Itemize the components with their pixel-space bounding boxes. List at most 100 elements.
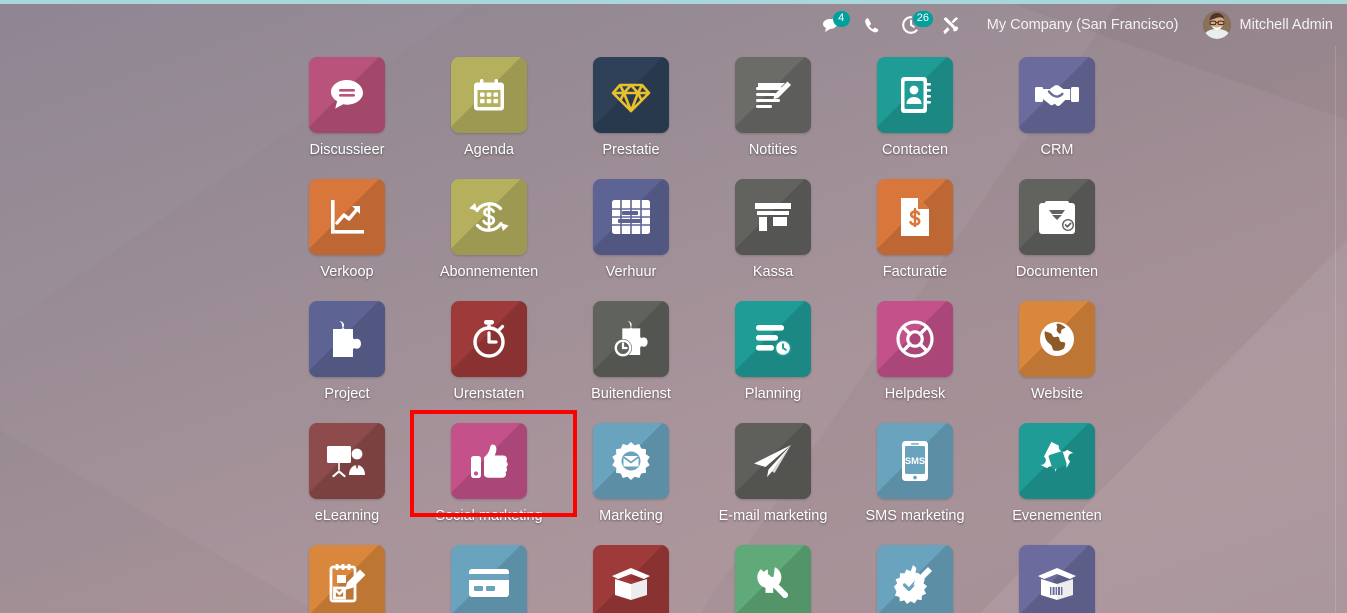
systray-bar: 4 26 My Company (San Francisco) Mitchell… [0, 4, 1347, 46]
app-row5-item-2[interactable] [418, 534, 560, 613]
app-marketing[interactable]: Marketing [560, 412, 702, 534]
app-contacten[interactable]: Contacten [844, 46, 986, 168]
user-menu[interactable]: Mitchell Admin [1193, 11, 1339, 39]
app-row: Discussieer Agenda Prestatie Notities Co… [0, 46, 1347, 168]
app-label: Discussieer [309, 142, 385, 158]
app-evenementen[interactable]: Evenementen [986, 412, 1128, 534]
app-label: Project [324, 386, 370, 402]
globe-icon [1019, 301, 1095, 377]
lifebuoy-icon [877, 301, 953, 377]
app-helpdesk[interactable]: Helpdesk [844, 290, 986, 412]
paper-plane-icon [735, 423, 811, 499]
app-row5-item-1[interactable] [276, 534, 418, 613]
app-prestatie[interactable]: Prestatie [560, 46, 702, 168]
app-buitendienst[interactable]: Buitendienst [560, 290, 702, 412]
app-label: Agenda [464, 142, 514, 158]
note-pencil-icon [735, 57, 811, 133]
app-crm[interactable]: CRM [986, 46, 1128, 168]
app-label: SMS marketing [865, 508, 965, 524]
credit-card-icon [451, 545, 527, 613]
wrench-icon [735, 545, 811, 613]
app-row: eLearning Social marketing Marketing E-m… [0, 410, 1347, 534]
open-box-icon [593, 545, 669, 613]
app-label: eLearning [314, 508, 380, 524]
app-label: Documenten [1015, 264, 1099, 280]
app-label: Social marketing [435, 508, 543, 524]
app-website[interactable]: Website [986, 290, 1128, 412]
app-kassa[interactable]: Kassa [702, 168, 844, 290]
recurring-dollar-icon [451, 179, 527, 255]
app-label: Notities [748, 142, 798, 158]
app-label: Contacten [881, 142, 949, 158]
app-launcher-grid: Discussieer Agenda Prestatie Notities Co… [0, 46, 1347, 613]
stopwatch-icon [451, 301, 527, 377]
diamond-icon [593, 57, 669, 133]
app-label: Facturatie [882, 264, 948, 280]
phone-icon [864, 17, 880, 34]
app-label: Kassa [752, 264, 794, 280]
presentation-teacher-icon [309, 423, 385, 499]
app-label: Abonnementen [439, 264, 539, 280]
app-label: Marketing [599, 508, 663, 524]
activities-menu[interactable]: 26 [891, 4, 933, 46]
app-label: Evenementen [1012, 508, 1102, 524]
app-row5-item-6[interactable] [986, 534, 1128, 613]
handshake-icon [1019, 57, 1095, 133]
app-agenda[interactable]: Agenda [418, 46, 560, 168]
app-label: Planning [744, 386, 802, 402]
chart-growth-icon [309, 179, 385, 255]
app-urenstaten[interactable]: Urenstaten [418, 290, 560, 412]
app-abonnementen[interactable]: Abonnementen [418, 168, 560, 290]
phone-menu[interactable] [853, 4, 891, 46]
svg-text:SMS: SMS [905, 455, 925, 466]
document-box-check-icon [1019, 179, 1095, 255]
app-verhuur[interactable]: Verhuur [560, 168, 702, 290]
app-row [0, 534, 1347, 613]
ticket-icon [1019, 423, 1095, 499]
invoice-dollar-icon [877, 179, 953, 255]
top-accent-strip [0, 0, 1347, 4]
thumbs-up-icon [451, 423, 527, 499]
app-label: Helpdesk [884, 386, 946, 402]
puzzle-clock-icon [593, 301, 669, 377]
app-elearning[interactable]: eLearning [276, 412, 418, 534]
barcode-box-icon [1019, 545, 1095, 613]
debug-tools-menu[interactable] [931, 4, 971, 46]
messages-badge: 4 [832, 11, 850, 27]
quality-badge-pencil-icon [877, 545, 953, 613]
app-label: Verkoop [320, 264, 374, 280]
app-row5-item-5[interactable] [844, 534, 986, 613]
app-social-marketing[interactable]: Social marketing [410, 410, 577, 534]
app-planning[interactable]: Planning [702, 290, 844, 412]
app-verkoop[interactable]: Verkoop [276, 168, 418, 290]
app-row: Project Urenstaten Buitendienst Planning… [0, 290, 1347, 412]
app-project[interactable]: Project [276, 290, 418, 412]
app-label: Buitendienst [591, 386, 671, 402]
app-row5-item-4[interactable] [702, 534, 844, 613]
app-discussieer[interactable]: Discussieer [276, 46, 418, 168]
shop-icon [735, 179, 811, 255]
app-documenten[interactable]: Documenten [986, 168, 1128, 290]
app-label: Prestatie [602, 142, 660, 158]
app-email-marketing[interactable]: E-mail marketing [702, 412, 844, 534]
puzzle-icon [309, 301, 385, 377]
company-switcher[interactable]: My Company (San Francisco) [971, 17, 1193, 33]
planning-bars-clock-icon [735, 301, 811, 377]
gantt-table-icon [593, 179, 669, 255]
clipboard-pencil-icon [309, 545, 385, 613]
scrollbar-gutter[interactable] [1335, 46, 1347, 613]
app-row5-item-3[interactable] [560, 534, 702, 613]
calendar-icon [451, 57, 527, 133]
app-label: Urenstaten [453, 386, 525, 402]
app-sms-marketing[interactable]: SMS SMS marketing [844, 412, 986, 534]
messages-menu[interactable]: 4 [811, 4, 853, 46]
app-facturatie[interactable]: Facturatie [844, 168, 986, 290]
app-label: Verhuur [605, 264, 657, 280]
username-label: Mitchell Admin [1239, 17, 1333, 33]
avatar [1202, 11, 1231, 39]
chat-bubble-icon [309, 57, 385, 133]
app-notities[interactable]: Notities [702, 46, 844, 168]
gear-envelope-icon [593, 423, 669, 499]
address-book-icon [877, 57, 953, 133]
app-label: CRM [1040, 142, 1074, 158]
